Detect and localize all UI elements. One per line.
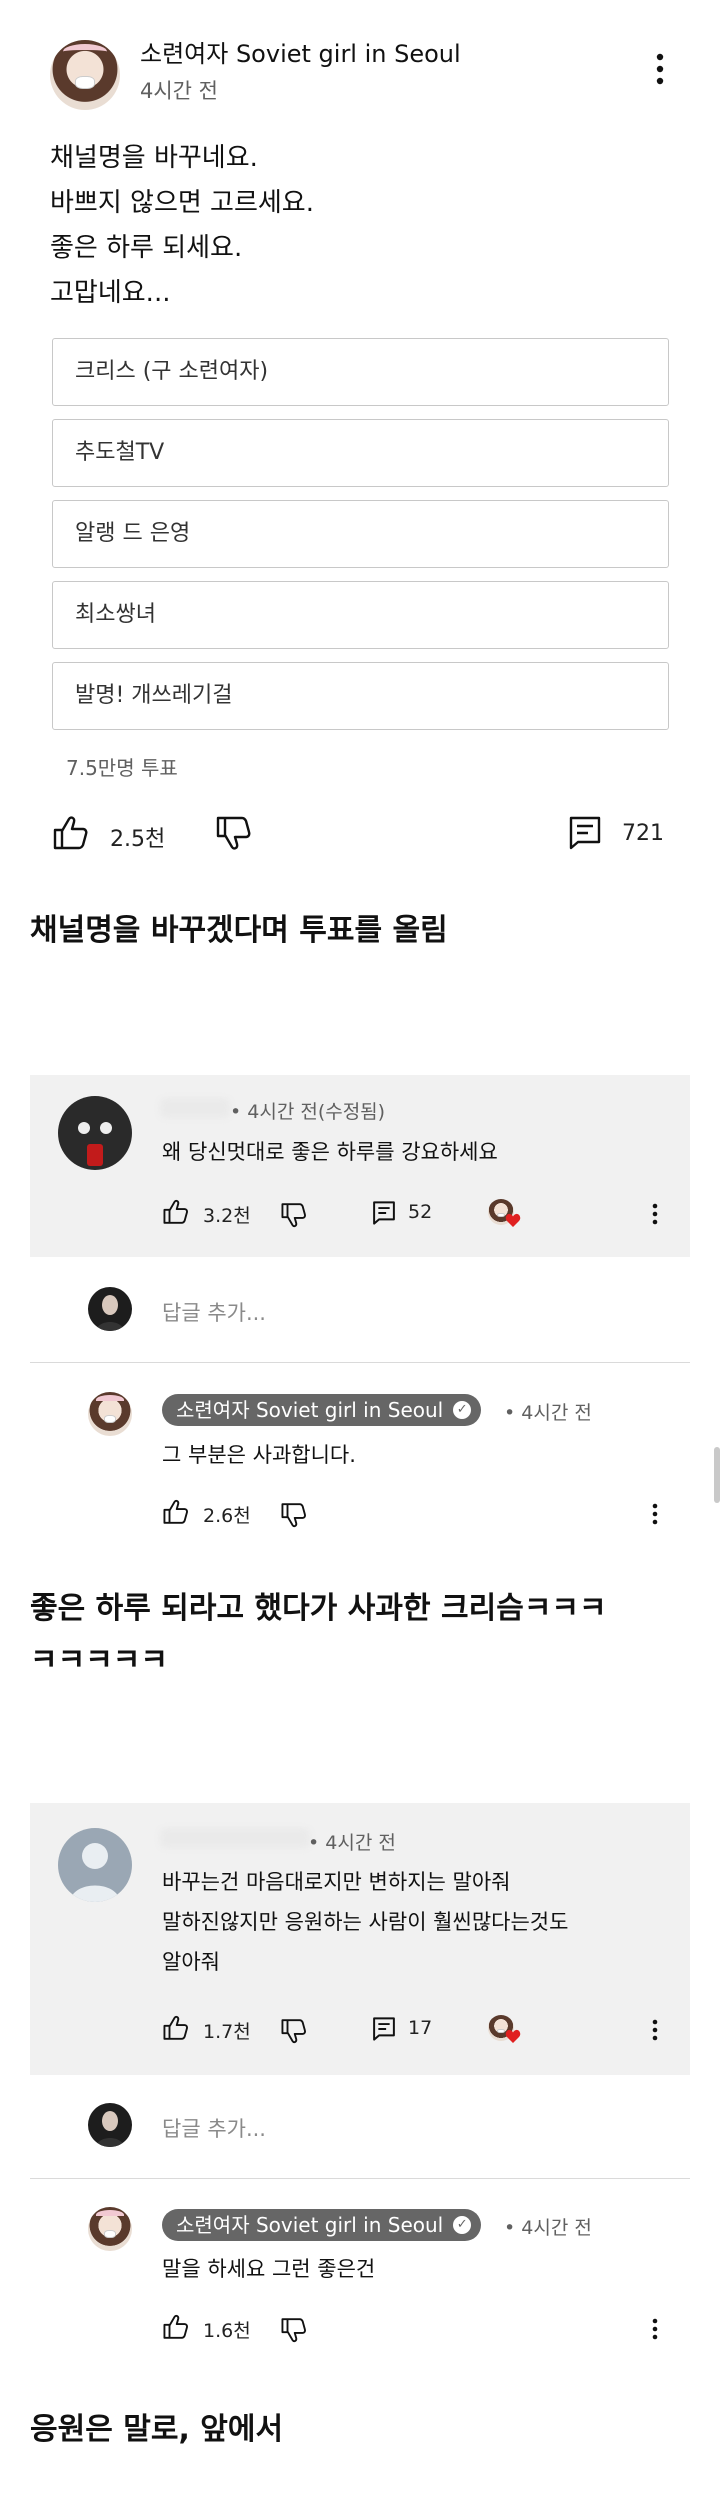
comments-icon[interactable] [568, 815, 602, 851]
owner-name-badge[interactable]: 소련여자 Soviet girl in Seoul ✓ [162, 2209, 482, 2241]
verified-icon: ✓ [453, 2216, 472, 2234]
comment-replies-icon[interactable] [372, 1200, 396, 1226]
comment-text: 왜 당신멋대로 좋은 하루를 강요하세요 [162, 1140, 498, 1164]
caption: 좋은 하루 되라고 했다가 사과한 크리슴ㅋㅋㅋ ㅋㅋㅋㅋㅋ [30, 1583, 607, 1687]
post-line: 좋은 하루 되세요. [50, 233, 243, 263]
comment-like-count: 1.7천 [203, 2021, 251, 2043]
user-avatar [88, 2103, 132, 2147]
reply-like-count: 2.6천 [203, 1505, 251, 1527]
verified-icon: ✓ [453, 1401, 472, 1419]
comment-like-icon[interactable] [162, 1199, 190, 1225]
comment-dislike-icon[interactable] [280, 2018, 308, 2044]
channel-avatar[interactable] [50, 40, 120, 110]
heart-icon [505, 1213, 521, 1228]
reply-like-icon[interactable] [162, 2314, 190, 2340]
caption-line: 좋은 하루 되라고 했다가 사과한 크리슴ㅋㅋㅋ [30, 1591, 607, 1626]
commenter-avatar[interactable] [58, 1828, 132, 1902]
comment-like-count: 3.2천 [203, 1205, 251, 1227]
comment-time: • 4시간 전(수정됨) [230, 1101, 386, 1123]
poll-option[interactable]: 최소쌍녀 [52, 581, 669, 649]
owner-avatar[interactable] [88, 1392, 132, 1436]
comment-count: 721 [622, 821, 664, 846]
comment-more-icon[interactable] [652, 1203, 658, 1225]
reply-like-icon[interactable] [162, 1499, 190, 1525]
add-reply-input[interactable]: 답글 추가... [162, 2113, 266, 2143]
commenter-name-redacted [160, 1098, 230, 1118]
poll-option[interactable]: 알랭 드 은영 [52, 500, 669, 568]
more-options-icon[interactable] [655, 52, 665, 86]
poll-option[interactable]: 크리스 (구 소련여자) [52, 338, 669, 406]
divider [30, 2178, 690, 2179]
post-time: 4시간 전 [140, 79, 218, 103]
owner-name: 소련여자 Soviet girl in Seoul [176, 1398, 444, 1422]
reply-time: • 4시간 전 [504, 2217, 592, 2239]
reply-text: 말을 하세요 그런 좋은건 [162, 2257, 376, 2281]
comment-like-icon[interactable] [162, 2015, 190, 2041]
comment-replies-icon[interactable] [372, 2016, 396, 2042]
comment-reply-count: 52 [408, 1201, 433, 1223]
comment-more-icon[interactable] [652, 2019, 658, 2041]
owner-name-badge[interactable]: 소련여자 Soviet girl in Seoul ✓ [162, 1394, 482, 1426]
reply-time: • 4시간 전 [504, 1402, 592, 1424]
reply-text: 그 부분은 사과합니다. [162, 1443, 356, 1467]
reply-dislike-icon[interactable] [280, 2317, 308, 2343]
reply-like-count: 1.6천 [203, 2320, 251, 2342]
comment-reply-count: 17 [408, 2017, 433, 2039]
scrollbar-thumb[interactable] [714, 1447, 720, 1503]
commenter-avatar[interactable] [58, 1096, 132, 1170]
comment-line: 알아줘 [162, 1950, 220, 1974]
dislike-icon[interactable] [215, 815, 253, 851]
like-count: 2.5천 [110, 827, 166, 852]
vote-count: 7.5만명 투표 [66, 756, 178, 780]
caption-line: ㅋㅋㅋㅋㅋ [30, 1643, 168, 1678]
post-body: 채널명을 바꾸네요. 바쁘지 않으면 고르세요. 좋은 하루 되세요. 고맙네요… [50, 136, 314, 316]
poll-option[interactable]: 추도철TV [52, 419, 669, 487]
reply-dislike-icon[interactable] [280, 1502, 308, 1528]
poll-option[interactable]: 발명! 개쓰레기걸 [52, 662, 669, 730]
reply-more-icon[interactable] [652, 2318, 658, 2340]
post-line: 고맙네요... [50, 278, 171, 308]
post-line: 채널명을 바꾸네요. [50, 143, 258, 173]
comment-line: 바꾸는건 마음대로지만 변하지는 말아줘 [162, 1870, 511, 1894]
caption: 채널명을 바꾸겠다며 투표를 올림 [30, 913, 448, 948]
divider [30, 1362, 690, 1363]
post-line: 바쁘지 않으면 고르세요. [50, 188, 314, 218]
reply-more-icon[interactable] [652, 1503, 658, 1525]
like-icon[interactable] [52, 815, 90, 851]
owner-name: 소련여자 Soviet girl in Seoul [176, 2213, 444, 2237]
comment-time: • 4시간 전 [308, 1832, 396, 1854]
comment-dislike-icon[interactable] [280, 1202, 308, 1228]
user-avatar [88, 1287, 132, 1331]
add-reply-input[interactable]: 답글 추가... [162, 1297, 266, 1327]
comment-line: 말하진않지만 응원하는 사람이 훨씬많다는것도 [162, 1910, 569, 1934]
caption: 응원은 말로, 앞에서 [30, 2412, 284, 2447]
commenter-name-redacted [160, 1828, 310, 1848]
owner-avatar[interactable] [88, 2207, 132, 2251]
heart-icon [505, 2029, 521, 2044]
comment-text: 바꾸는건 마음대로지만 변하지는 말아줘 말하진않지만 응원하는 사람이 훨씬많… [162, 1862, 568, 1982]
channel-name[interactable]: 소련여자 Soviet girl in Seoul [140, 34, 461, 69]
